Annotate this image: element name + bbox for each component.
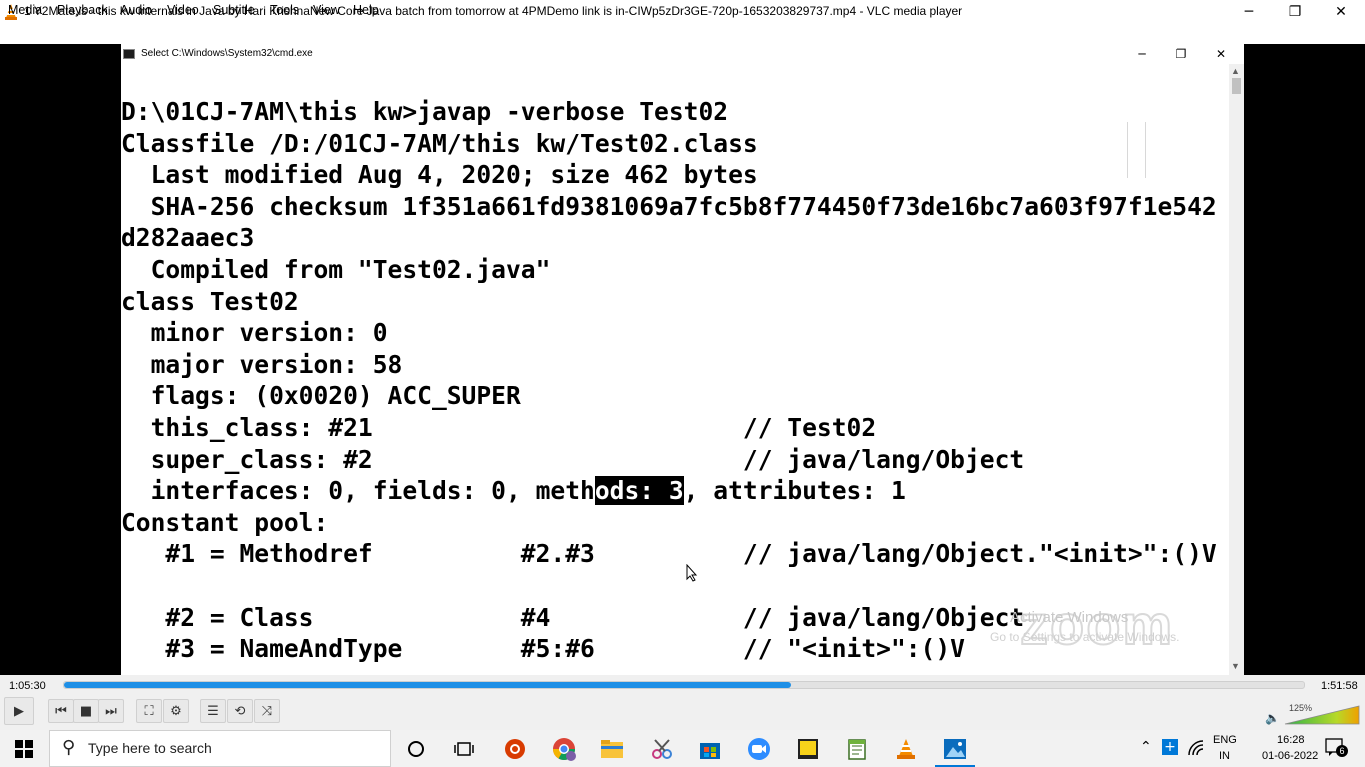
console-line: minor version: 0 — [121, 318, 388, 348]
scroll-down-icon[interactable]: ▼ — [1231, 661, 1240, 671]
console-line: flags: (0x0020) ACC_SUPER — [121, 381, 521, 411]
clock-date[interactable]: 01-06-2022 — [1262, 750, 1318, 762]
console-line: SHA-256 checksum 1f351a661fd9381069a7fc5… — [121, 191, 1217, 221]
volume-slider[interactable] — [1283, 704, 1361, 726]
console-line: class Test02 — [121, 286, 299, 316]
menu-subtitle[interactable]: Subtitle — [213, 3, 255, 17]
activate-windows-title: Activate Windows — [1010, 609, 1129, 626]
record-app-icon[interactable] — [500, 735, 530, 763]
window-title: 1 Y2Mate.is - this kw internals in Java … — [24, 4, 963, 18]
menu-tools[interactable]: Tools — [270, 3, 299, 17]
time-elapsed[interactable]: 1:05:30 — [9, 680, 46, 692]
menu-playback[interactable]: Playback — [57, 3, 108, 17]
cmd-title: Select C:\Windows\System32\cmd.exe — [141, 48, 313, 59]
selection-marker — [1145, 122, 1146, 178]
mouse-cursor-icon — [686, 564, 698, 582]
menu-video[interactable]: Video — [167, 3, 199, 17]
console-line: #2 = Class #4 // java/lang/Object — [121, 602, 1025, 632]
cortana-icon[interactable] — [401, 735, 431, 763]
console-line: Constant pool: — [121, 507, 329, 537]
photos-icon[interactable] — [940, 735, 970, 763]
console-line: Compiled from "Test02.java" — [121, 255, 551, 284]
cmd-minimize-button[interactable]: ─ — [1123, 44, 1161, 64]
zoom-app-icon[interactable] — [744, 735, 774, 763]
console-line: Classfile /D:/01CJ-7AM/this kw/Test02.cl… — [121, 128, 758, 158]
store-icon[interactable] — [695, 735, 725, 763]
notification-count: 6 — [1336, 745, 1348, 757]
cmd-scrollbar[interactable] — [1229, 64, 1244, 675]
console-line: #3 = NameAndType #5:#6 // "<init>":()V — [121, 634, 965, 664]
console-line: this_class: #21 // Test02 — [121, 413, 877, 442]
interfaces-text-after: , attributes: 1 — [683, 476, 906, 506]
previous-button[interactable]: ⏮ — [48, 699, 74, 723]
start-button[interactable] — [0, 730, 48, 767]
minimize-button[interactable]: ─ — [1226, 0, 1272, 23]
language-indicator-bottom[interactable]: IN — [1219, 750, 1230, 762]
fullscreen-button[interactable]: ⛶ — [136, 699, 162, 723]
shuffle-button[interactable]: ⤨ — [254, 699, 280, 723]
snipping-tool-icon[interactable] — [647, 735, 677, 763]
menu-bar — [0, 23, 1365, 44]
file-explorer-icon[interactable] — [597, 735, 627, 763]
task-view-icon[interactable] — [449, 735, 479, 763]
scroll-up-icon[interactable]: ▲ — [1231, 66, 1240, 76]
wifi-icon[interactable] — [1188, 740, 1206, 756]
search-placeholder[interactable]: Type here to search — [88, 740, 212, 756]
language-indicator-top[interactable]: ENG — [1213, 734, 1237, 746]
menu-help[interactable]: Help — [353, 3, 379, 17]
stop-button[interactable]: ■ — [73, 699, 99, 723]
playlist-button[interactable]: ☰ — [200, 699, 226, 723]
plus-tray-icon[interactable]: + — [1162, 739, 1178, 755]
sticky-notes-icon[interactable] — [793, 735, 823, 763]
console-output: D:\01CJ-7AM\this kw>javap -verbose Test0… — [121, 96, 1229, 675]
console-line: D:\01CJ-7AM\this kw>javap -verbose Test0… — [121, 97, 729, 126]
seek-progress — [64, 682, 791, 688]
console-line-interfaces: interfaces: 0, fields: 0, methods: 3, at… — [121, 475, 906, 506]
vlc-taskbar-icon[interactable] — [891, 735, 921, 763]
console-line: Last modified Aug 4, 2020; size 462 byte… — [121, 160, 758, 190]
extended-settings-button[interactable]: ⚙ — [163, 699, 189, 723]
next-button[interactable]: ⏭ — [98, 699, 124, 723]
console-line: super_class: #2 // java/lang/Object — [121, 444, 1025, 474]
speaker-icon[interactable]: 🔈 — [1265, 711, 1280, 725]
menu-media[interactable]: Media — [8, 3, 42, 17]
loop-button[interactable]: ⟲ — [227, 699, 253, 723]
selection-marker — [1127, 122, 1128, 178]
cmd-maximize-button[interactable]: ❐ — [1162, 44, 1200, 64]
text-selection[interactable]: ods: 3 — [594, 476, 684, 506]
console-line: d282aaec3 — [121, 223, 255, 253]
interfaces-text-before: interfaces: 0, fields: 0, meth — [121, 476, 595, 506]
search-icon: ⚲ — [62, 737, 76, 758]
menu-view[interactable]: View — [313, 3, 340, 17]
scrollbar-thumb[interactable] — [1232, 78, 1241, 94]
cmd-close-button[interactable]: ✕ — [1202, 44, 1240, 64]
time-total[interactable]: 1:51:58 — [1321, 680, 1358, 692]
maximize-button[interactable]: ❐ — [1272, 0, 1318, 23]
show-hidden-icons-icon[interactable]: ⌃ — [1140, 739, 1152, 755]
clock-time[interactable]: 16:28 — [1277, 734, 1305, 746]
console-line: #1 = Methodref #2.#3 // java/lang/Object… — [121, 539, 1217, 569]
chrome-icon[interactable] — [549, 735, 579, 763]
activate-windows-subtitle: Go to Settings to activate Windows. — [990, 630, 1180, 644]
windows-logo-icon — [15, 739, 33, 758]
cmd-icon — [123, 49, 135, 59]
seek-bar[interactable] — [63, 681, 1305, 689]
play-button[interactable]: ▶ — [4, 697, 34, 725]
notepad-icon[interactable] — [842, 735, 872, 763]
menu-audio[interactable]: Audio — [120, 3, 152, 17]
close-button[interactable]: ✕ — [1318, 0, 1364, 23]
cmd-window: Select C:\Windows\System32\cmd.exe ─ ❐ ✕… — [121, 44, 1244, 675]
console-line: major version: 58 — [121, 349, 403, 379]
